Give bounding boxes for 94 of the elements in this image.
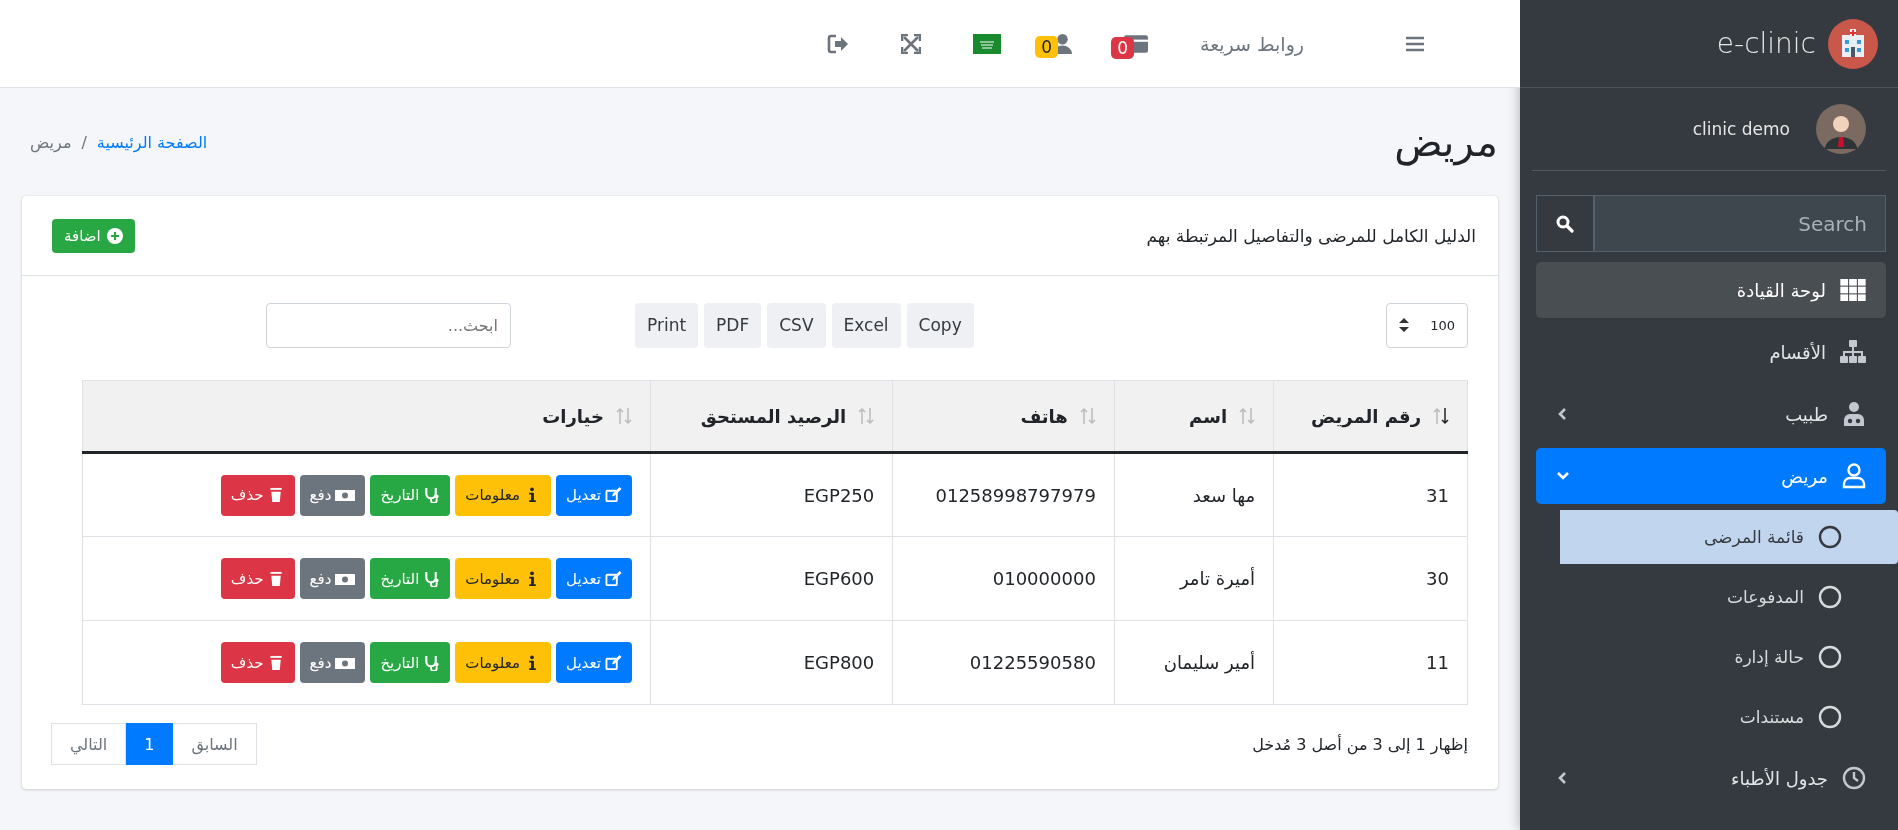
stethoscope-icon [423, 654, 441, 671]
count-badge: 0 [1035, 35, 1058, 58]
table-cell: 01258998797979 [892, 452, 1115, 537]
submenu-item[interactable]: حالة إدارة [1560, 630, 1898, 684]
circle-icon [1818, 525, 1842, 549]
sort-arrows-icon [1239, 407, 1256, 425]
export-button[interactable]: Print [635, 302, 699, 348]
circle-icon [1818, 585, 1842, 609]
table-cell: EGP600 [650, 536, 893, 621]
stethoscope-icon [423, 570, 441, 587]
delete-button[interactable]: حذف [220, 474, 295, 516]
table-info: إظهار 1 إلى 3 من أصل 3 مُدخل [1252, 734, 1468, 754]
delete-button[interactable]: حذف [220, 558, 295, 599]
logout-icon [826, 33, 849, 54]
column-header[interactable]: هاتف [892, 380, 1115, 453]
trash-icon [267, 487, 285, 503]
table-search-field[interactable]: ابحث... [266, 302, 511, 348]
column-header[interactable]: اسم [1114, 380, 1274, 453]
export-button[interactable]: CSV [767, 302, 826, 348]
sort-arrows-icon [615, 407, 632, 425]
grid-icon [1840, 279, 1866, 301]
circle-icon [1818, 645, 1842, 669]
column-header[interactable]: الرصيد المستحق [650, 380, 893, 453]
edit-button[interactable]: تعديل [556, 474, 632, 516]
user-name[interactable]: clinic demo [1692, 119, 1790, 139]
edit-icon [604, 487, 622, 503]
sort-icon [1399, 318, 1409, 332]
pay-button[interactable]: دفع [299, 642, 366, 683]
info-button[interactable]: معلومات [455, 558, 552, 599]
plus-circle-icon [106, 227, 123, 244]
submenu-item[interactable]: المدفوعات [1560, 570, 1898, 624]
user-icon [1842, 463, 1866, 489]
banknote-icon [335, 487, 356, 503]
export-button[interactable]: Copy [906, 302, 974, 348]
menu-icon [1406, 35, 1424, 52]
pay-button[interactable]: دفع [299, 558, 366, 599]
edit-icon [604, 570, 622, 587]
menu-item[interactable]: طبيب [1536, 386, 1886, 442]
column-header[interactable]: خيارات [82, 380, 651, 453]
circle-icon [1818, 705, 1842, 729]
sitemap-icon [1840, 340, 1866, 364]
submenu-item[interactable]: قائمة المرضى [1560, 510, 1898, 564]
doctor-icon [1842, 402, 1866, 426]
trash-icon [267, 654, 285, 671]
table-cell: أمير سليمان [1114, 620, 1274, 705]
page-length-select[interactable]: 100 [1386, 302, 1468, 348]
info-button[interactable]: معلومات [455, 642, 552, 683]
fullscreen-icon [900, 33, 921, 54]
table-cell: 010000000 [892, 536, 1115, 621]
breadcrumb-link[interactable]: الصفحة الرئيسية [96, 132, 208, 152]
table-cell: 30 [1273, 536, 1468, 621]
submenu-item[interactable]: مستندات [1560, 690, 1898, 744]
clock-icon [1842, 766, 1866, 790]
export-button[interactable]: PDF [704, 302, 762, 348]
card-description: الدليل الكامل للمرضى والتفاصيل المرتبطة بهم [1146, 225, 1476, 246]
edit-button[interactable]: تعديل [556, 558, 632, 599]
menu-item[interactable]: جدول الأطباء [1536, 750, 1886, 806]
trash-icon [267, 570, 285, 587]
table-cell: 11 [1273, 620, 1468, 705]
delete-button[interactable]: حذف [220, 642, 295, 683]
table-cell: 31 [1273, 452, 1468, 537]
count-badge: 0 [1111, 36, 1134, 59]
pagination-button[interactable]: التالي [51, 723, 127, 765]
sort-arrows-icon [858, 407, 875, 425]
breadcrumb-current: مريض [30, 132, 72, 152]
pagination-button[interactable]: 1 [125, 723, 174, 765]
page-title: مريض [1394, 119, 1498, 165]
menu-item[interactable]: مريض [1536, 448, 1886, 504]
menu-item[interactable]: الأقسام [1536, 324, 1886, 380]
table-cell: EGP250 [650, 452, 893, 537]
search-field[interactable]: Search [1594, 195, 1886, 252]
pagination-button[interactable]: السابق [172, 723, 257, 765]
brand-name[interactable]: e-clinic [1716, 27, 1816, 60]
edit-button[interactable]: تعديل [556, 642, 632, 683]
table-cell: EGP800 [650, 620, 893, 705]
quick-links-link[interactable]: روابط سريعة [1173, 0, 1330, 88]
stethoscope-icon [423, 487, 441, 503]
export-button[interactable]: Excel [831, 302, 901, 348]
sort-arrows-icon [1433, 407, 1449, 425]
info-button[interactable]: معلومات [455, 474, 552, 516]
edit-icon [604, 654, 622, 671]
hospital-logo-icon [1828, 18, 1878, 69]
flag-icon [972, 33, 1001, 54]
sort-arrows-icon [1079, 407, 1096, 425]
table-cell: 01225590580 [892, 620, 1115, 705]
table-cell: أميرة تامر [1114, 536, 1274, 621]
table-cell: مها سعد [1114, 452, 1274, 537]
avatar-icon [1816, 104, 1866, 154]
search-icon [1556, 214, 1574, 233]
breadcrumb-separator: / [81, 132, 87, 152]
menu-item[interactable]: لوحة القيادة [1536, 262, 1886, 318]
pay-button[interactable]: دفع [299, 474, 366, 516]
column-header[interactable]: رقم المريض [1273, 380, 1468, 453]
search-button[interactable] [1536, 195, 1594, 252]
